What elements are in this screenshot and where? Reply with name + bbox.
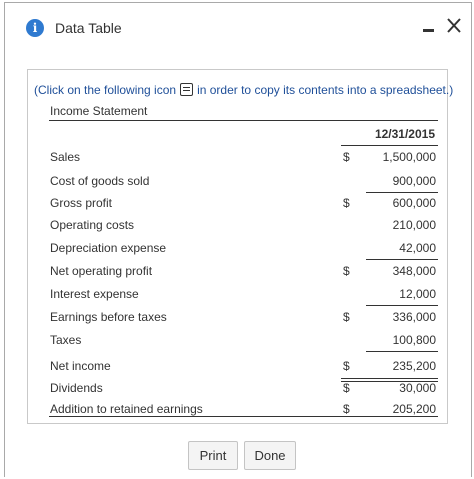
close-button[interactable] — [445, 15, 463, 35]
info-icon: i — [26, 19, 44, 37]
data-table-dialog: i Data Table (Click on the following ico… — [4, 2, 472, 477]
statement-title: Income Statement — [50, 104, 148, 118]
row-label: Addition to retained earnings — [50, 402, 203, 416]
subtotal-underline — [366, 259, 438, 260]
row-label: Dividends — [50, 381, 103, 395]
subtotal-underline — [366, 351, 438, 352]
table-row: Interest expense 12,000 — [50, 287, 438, 305]
table-row: Net operating profit $348,000 — [50, 264, 438, 282]
row-currency: $ — [343, 359, 350, 373]
row-value: 348,000 — [392, 264, 436, 278]
row-value: 42,000 — [399, 241, 436, 255]
row-currency: $ — [343, 402, 350, 416]
subtotal-underline — [341, 381, 438, 382]
table-row: Cost of goods sold 900,000 — [50, 174, 438, 192]
table-row: Earnings before taxes $336,000 — [50, 310, 438, 328]
row-label: Interest expense — [50, 287, 139, 301]
row-currency: $ — [343, 150, 350, 164]
row-label: Gross profit — [50, 196, 113, 210]
row-currency: $ — [343, 310, 350, 324]
table-row: Sales $1,500,000 — [50, 150, 438, 168]
table-row: Addition to retained earnings $205,200 — [50, 402, 438, 420]
row-currency: $ — [343, 264, 350, 278]
row-label: Operating costs — [50, 218, 135, 232]
row-label: Taxes — [50, 333, 82, 347]
column-header-date: 12/31/2015 — [374, 127, 435, 141]
table-row: Gross profit $600,000 — [50, 196, 438, 214]
row-label: Earnings before taxes — [50, 310, 167, 324]
row-value: 336,000 — [392, 310, 436, 324]
row-value: 205,200 — [392, 402, 436, 416]
subtotal-underline — [366, 305, 438, 306]
done-button[interactable]: Done — [244, 441, 296, 470]
close-icon — [447, 18, 461, 33]
table-row: Net income $235,200 — [50, 359, 438, 377]
row-value: 12,000 — [399, 287, 436, 301]
table-row: Taxes 100,800 — [50, 333, 438, 351]
row-value: 1,500,000 — [382, 150, 436, 164]
table-row: Dividends $30,000 — [50, 381, 438, 399]
row-label: Net income — [50, 359, 111, 373]
row-value: 900,000 — [392, 174, 436, 188]
subtotal-underline — [366, 192, 438, 193]
instructions-text-after: in order to copy its contents into a spr… — [197, 83, 454, 97]
print-button[interactable]: Print — [188, 441, 238, 470]
header-rule — [49, 120, 438, 121]
row-value: 235,200 — [392, 359, 436, 373]
row-value: 210,000 — [392, 218, 436, 232]
table-bottom-rule — [49, 416, 438, 417]
row-currency: $ — [343, 196, 350, 210]
minimize-button[interactable] — [423, 16, 437, 36]
row-currency: $ — [343, 381, 350, 395]
table-row: Depreciation expense 42,000 — [50, 241, 438, 259]
row-label: Depreciation expense — [50, 241, 167, 255]
row-label: Cost of goods sold — [50, 174, 150, 188]
instructions-text-before: (Click on the following icon — [34, 83, 177, 97]
row-label: Sales — [50, 150, 81, 164]
dialog-title: Data Table — [55, 20, 122, 36]
data-table-panel: (Click on the following icon in order to … — [27, 69, 453, 424]
copy-to-spreadsheet-icon[interactable] — [180, 83, 194, 96]
title-bar: i Data Table — [5, 3, 471, 51]
row-label: Net operating profit — [50, 264, 153, 278]
row-value: 600,000 — [392, 196, 436, 210]
copy-instructions: (Click on the following icon in order to … — [34, 83, 453, 97]
row-value: 30,000 — [399, 381, 436, 395]
subtotal-underline — [341, 378, 438, 379]
table-row: Operating costs 210,000 — [50, 218, 438, 236]
column-header-rule — [341, 145, 438, 146]
row-value: 100,800 — [392, 333, 436, 347]
